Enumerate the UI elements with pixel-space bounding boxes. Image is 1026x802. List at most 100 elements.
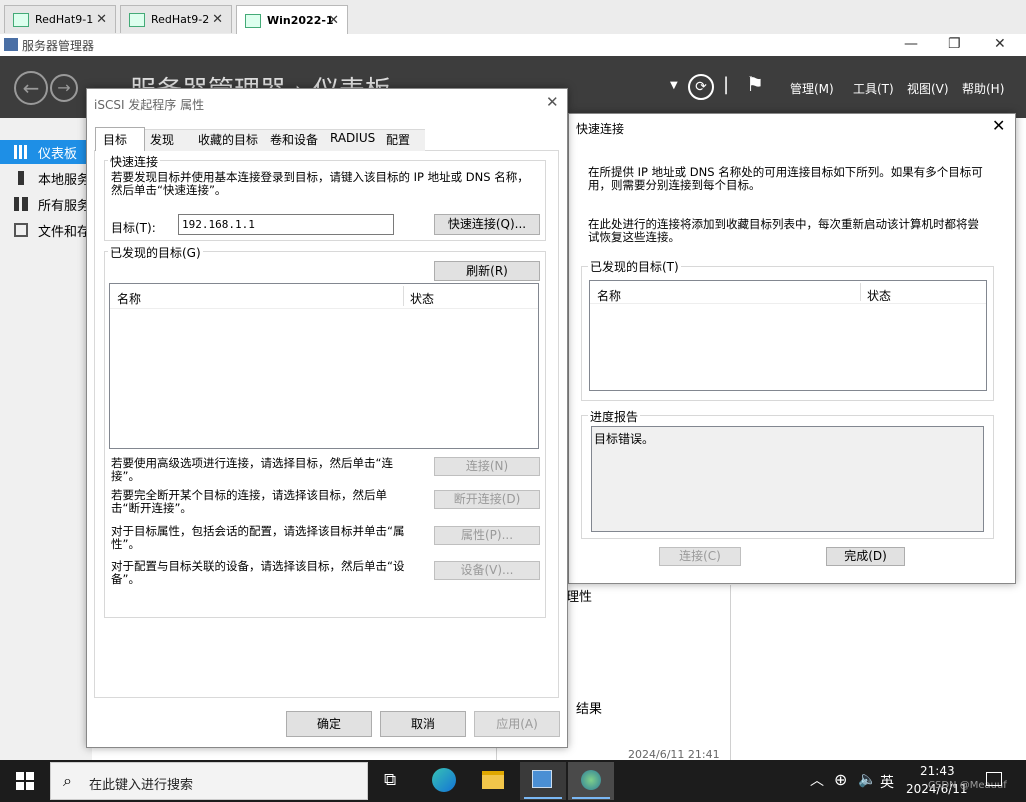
tab-discovery[interactable]: 发现: [150, 131, 174, 148]
taskbar-server-manager[interactable]: [520, 762, 566, 800]
vm-tab-win2022-1[interactable]: Win2022-1 ✕: [236, 5, 348, 35]
connect-hint: 若要使用高级选项进行连接，请选择目标，然后单击“连接”。: [111, 456, 393, 483]
notification-icon[interactable]: [986, 772, 1002, 786]
sidebar-item-all-servers[interactable]: 所有服务: [0, 192, 92, 216]
close-icon[interactable]: ✕: [994, 36, 1006, 52]
apply-button[interactable]: 应用(A): [474, 711, 560, 737]
column-status[interactable]: 状态: [867, 287, 891, 304]
column-name[interactable]: 名称: [597, 287, 621, 304]
vm-tab-label: RedHat9-2: [151, 13, 210, 26]
cancel-button[interactable]: 取消: [380, 711, 466, 737]
properties-hint: 对于目标属性，包括会话的配置，请选择该目标并单击“属性”。: [111, 524, 405, 551]
taskbar-search[interactable]: ⌕ 在此键入进行搜索: [50, 762, 368, 800]
quick-connect-note: 在此处进行的连接将添加到收藏目标列表中，每次重新启动该计算机时都将尝试恢复这些连…: [588, 217, 979, 244]
dashboard-icon: [14, 145, 28, 159]
bg-text-props: 理性: [566, 590, 593, 605]
vm-icon: [245, 13, 261, 28]
close-icon[interactable]: ✕: [992, 116, 1005, 135]
window-title: 服务器管理器: [22, 39, 95, 53]
group-label: 快速连接: [108, 153, 161, 170]
volume-icon[interactable]: 🔈: [858, 770, 877, 788]
vm-icon: [13, 12, 29, 27]
tab-volumes-devices[interactable]: 卷和设备: [270, 131, 318, 148]
flag-icon[interactable]: ⚑: [746, 72, 764, 96]
connect-button[interactable]: 连接(C): [659, 547, 741, 566]
list-header: [110, 284, 538, 309]
quick-connect-desc: 在所提供 IP 地址或 DNS 名称处的可用连接目标如下所列。如果有多个目标可用…: [588, 165, 983, 192]
menu-view[interactable]: 视图(V): [907, 80, 949, 97]
vm-tab-label: RedHat9-1: [35, 13, 94, 26]
active-indicator: [572, 797, 610, 799]
progress-report-box: 目标错误。: [591, 426, 984, 532]
connect-button[interactable]: 连接(N): [434, 457, 540, 476]
clock-time[interactable]: 21:43: [920, 764, 955, 778]
close-icon[interactable]: ✕: [328, 13, 339, 28]
ok-button[interactable]: 确定: [286, 711, 372, 737]
vm-tab-redhat9-1[interactable]: RedHat9-1 ✕: [4, 5, 116, 33]
vm-tab-label: Win2022-1: [267, 14, 334, 27]
taskbar-iscsi[interactable]: [568, 762, 614, 800]
vm-tab-redhat9-2[interactable]: RedHat9-2 ✕: [120, 5, 232, 33]
target-input[interactable]: [178, 214, 394, 235]
separator: |: [723, 74, 730, 95]
disconnect-button[interactable]: 断开连接(D): [434, 490, 540, 509]
close-icon[interactable]: ✕: [212, 12, 223, 27]
tab-label: 目标: [103, 133, 128, 147]
done-button[interactable]: 完成(D): [826, 547, 905, 566]
column-status[interactable]: 状态: [410, 290, 434, 307]
group-label: 已发现的目标(G): [108, 244, 203, 261]
sidebar-item-file-storage[interactable]: 文件和存: [0, 218, 92, 242]
ime-indicator[interactable]: 英: [880, 772, 894, 792]
network-icon[interactable]: ⊕: [834, 770, 847, 789]
sidebar-item-label: 本地服务: [38, 172, 91, 188]
active-indicator: [524, 797, 562, 799]
quick-connect-desc: 若要发现目标并使用基本连接登录到目标，请键入该目标的 IP 地址或 DNS 名称…: [111, 170, 529, 197]
restore-icon[interactable]: ❐: [948, 36, 961, 52]
column-name[interactable]: 名称: [117, 290, 141, 307]
list-header: [590, 281, 986, 304]
targets-list[interactable]: 名称 状态: [109, 283, 539, 449]
divider: [730, 585, 731, 760]
dropdown-icon[interactable]: ▼: [670, 80, 678, 91]
search-icon: ⌕: [63, 771, 72, 790]
sidebar-item-label: 文件和存: [38, 224, 91, 240]
tab-radius[interactable]: RADIUS: [330, 131, 375, 145]
properties-button[interactable]: 属性(P)...: [434, 526, 540, 545]
servers-icon: [14, 197, 28, 211]
tab-favorite-targets[interactable]: 收藏的目标: [198, 131, 258, 148]
close-icon[interactable]: ✕: [96, 12, 107, 27]
close-icon[interactable]: ✕: [546, 93, 559, 111]
sidebar-item-label: 仪表板: [38, 146, 78, 162]
sidebar-item-dashboard[interactable]: 仪表板: [0, 140, 92, 164]
sidebar-item-local-server[interactable]: 本地服务: [0, 166, 92, 190]
bg-text-results: 结果: [576, 702, 603, 717]
minimize-icon[interactable]: —: [904, 36, 918, 52]
column-divider: [403, 286, 404, 306]
dialog-title: 快速连接: [576, 122, 625, 136]
refresh-icon[interactable]: ⟳: [688, 74, 714, 100]
vm-icon: [129, 12, 145, 27]
server-manager-icon: [532, 770, 552, 788]
column-divider: [860, 283, 861, 301]
targets-list[interactable]: 名称 状态: [589, 280, 987, 391]
tab-configuration[interactable]: 配置: [386, 131, 410, 148]
refresh-button[interactable]: 刷新(R): [434, 261, 540, 281]
quick-connect-button[interactable]: 快速连接(Q)...: [434, 214, 540, 235]
server-icon: [18, 171, 24, 185]
devices-button[interactable]: 设备(V)...: [434, 561, 540, 580]
menu-manage[interactable]: 管理(M): [790, 80, 834, 97]
group-label: 进度报告: [588, 408, 641, 425]
edge-icon[interactable]: [432, 768, 456, 792]
task-view-icon[interactable]: ⧉: [384, 770, 396, 790]
group-label: 已发现的目标(T): [588, 258, 681, 275]
menu-tools[interactable]: 工具(T): [853, 80, 894, 97]
back-icon[interactable]: ←: [14, 71, 48, 105]
server-manager-icon: [4, 38, 18, 51]
iscsi-globe-icon: [581, 770, 601, 790]
forward-icon[interactable]: →: [50, 74, 78, 102]
dialog-title: iSCSI 发起程序 属性: [94, 98, 205, 112]
chevron-up-icon[interactable]: ︿: [810, 770, 824, 790]
start-icon[interactable]: [16, 772, 34, 790]
file-explorer-icon[interactable]: [482, 771, 504, 789]
menu-help[interactable]: 帮助(H): [962, 80, 1004, 97]
